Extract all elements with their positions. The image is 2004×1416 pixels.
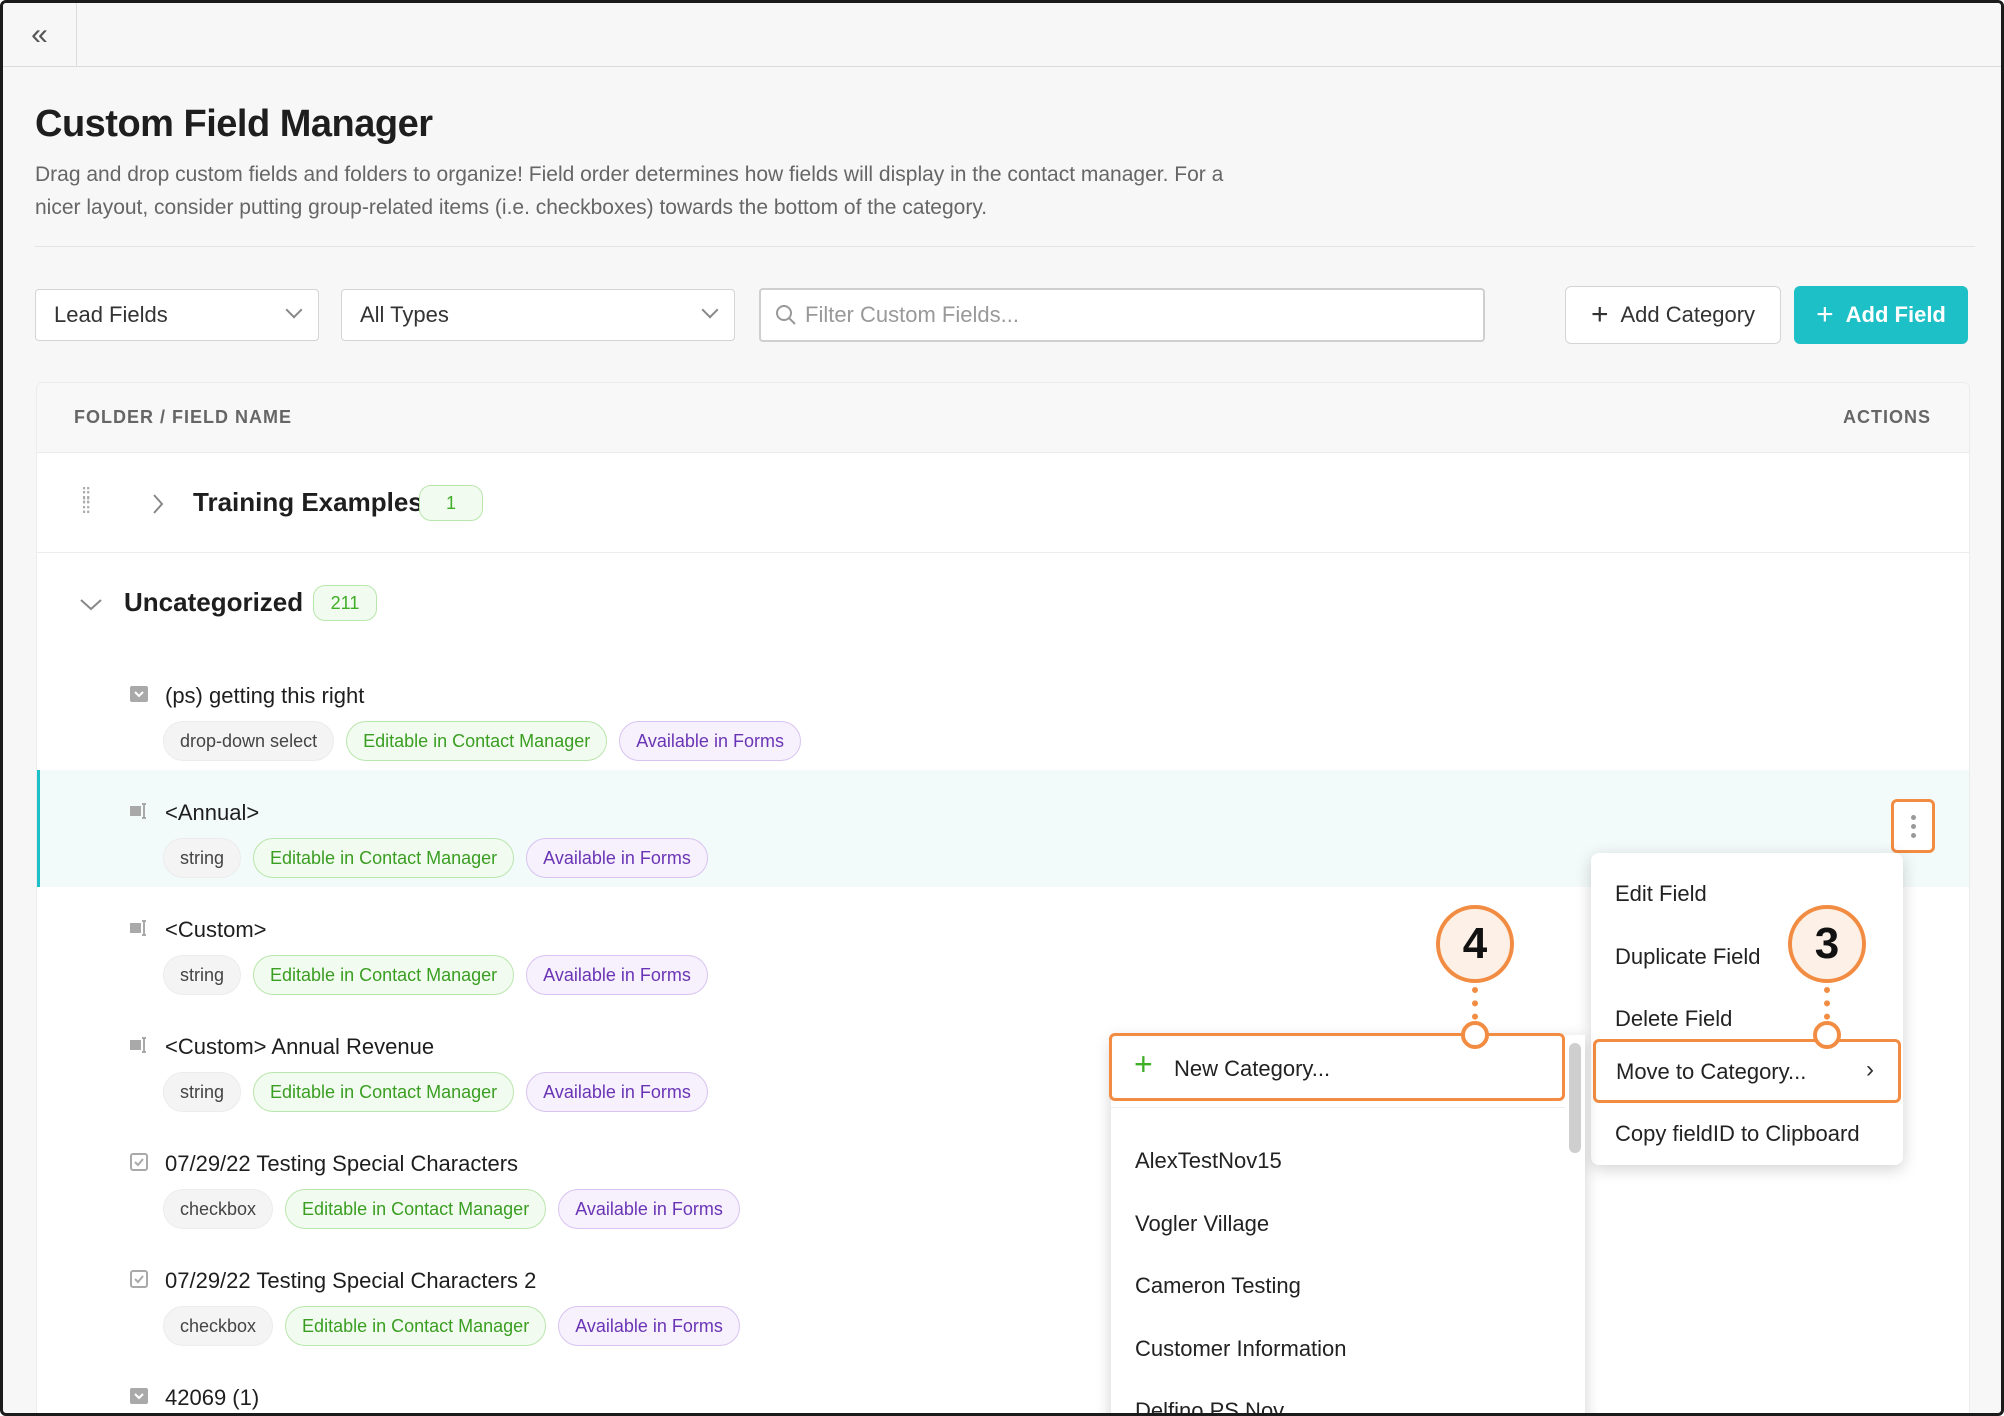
forms-tag: Available in Forms [526, 838, 708, 878]
plus-icon: + [1590, 298, 1609, 331]
category-option[interactable]: Customer Information [1135, 1336, 1347, 1362]
callout-anchor [1461, 1021, 1489, 1049]
table-row[interactable]: (ps) getting this right drop-down select… [37, 653, 1969, 770]
field-type-tag: drop-down select [163, 721, 335, 761]
editable-tag: Editable in Contact Manager [253, 838, 515, 878]
checkbox-icon [130, 1270, 148, 1288]
callout-badge: 4 [1436, 905, 1514, 983]
chevron-down-icon[interactable] [79, 597, 103, 611]
field-tags: drop-down select Editable in Contact Man… [163, 721, 801, 761]
callout-anchor [1813, 1021, 1841, 1049]
folder-row-uncategorized[interactable]: Uncategorized 211 [37, 553, 1969, 653]
category-option[interactable]: Cameron Testing [1135, 1273, 1301, 1299]
new-category-item[interactable]: + New Category... [1109, 1033, 1565, 1101]
field-type-tag: string [163, 838, 242, 878]
field-name: <Custom> Annual Revenue [165, 1034, 435, 1059]
chevron-down-icon [701, 301, 719, 319]
field-type-tag: string [163, 955, 242, 995]
field-tags: string Editable in Contact Manager Avail… [163, 955, 708, 995]
text-field-icon [130, 920, 146, 936]
chevron-down-icon [285, 301, 303, 319]
table-row[interactable]: 07/29/22 Testing Special Characters 2 ch… [37, 1238, 1969, 1355]
folder-row-training-examples[interactable]: ⁞⁞ ⁞⁞ Training Examples 1 [37, 453, 1969, 553]
header-divider [35, 246, 1975, 247]
field-set-value: Lead Fields [54, 302, 168, 327]
category-option[interactable]: Vogler Village [1135, 1211, 1269, 1237]
editable-tag: Editable in Contact Manager [253, 955, 515, 995]
page-title: Custom Field Manager [35, 103, 433, 145]
editable-tag: Editable in Contact Manager [285, 1189, 547, 1229]
chevron-right-icon[interactable] [151, 493, 165, 515]
filter-search-input[interactable]: Filter Custom Fields... [759, 288, 1485, 342]
new-category-label: New Category... [1174, 1056, 1331, 1081]
search-icon [776, 305, 796, 325]
dropdown-icon [130, 1388, 148, 1404]
add-category-label: Add Category [1620, 302, 1756, 327]
forms-tag: Available in Forms [526, 955, 708, 995]
field-type-tag: string [163, 1072, 242, 1112]
dropdown-icon [130, 686, 148, 702]
field-tags: checkbox Editable in Contact Manager Ava… [163, 1189, 740, 1229]
text-field-icon [130, 803, 146, 819]
folder-count-badge: 1 [419, 485, 483, 521]
category-option[interactable]: Delfino PS Nov [1135, 1398, 1284, 1413]
table-header: FOLDER / FIELD NAME ACTIONS [37, 383, 1969, 453]
field-name: 07/29/22 Testing Special Characters [165, 1151, 519, 1176]
field-type-tag: checkbox [163, 1189, 274, 1229]
submenu-divider [1111, 1107, 1565, 1108]
field-name: <Annual> [165, 800, 260, 825]
table-row[interactable]: 42069 (1) [37, 1355, 1969, 1413]
forms-tag: Available in Forms [558, 1306, 740, 1346]
add-field-label: Add Field [1845, 302, 1946, 327]
chevron-right-icon: › [1866, 1056, 1874, 1083]
text-field-icon [130, 1037, 146, 1053]
forms-tag: Available in Forms [526, 1072, 708, 1112]
menu-item-duplicate-field[interactable]: Duplicate Field [1615, 944, 1761, 970]
category-option[interactable]: AlexTestNov15 [1135, 1148, 1282, 1174]
menu-item-copy-fieldid[interactable]: Copy fieldID to Clipboard [1615, 1121, 1860, 1147]
column-folder-field-name: FOLDER / FIELD NAME [74, 407, 292, 427]
column-actions: ACTIONS [1843, 407, 1931, 427]
app-window: « Custom Field Manager Drag and drop cus… [0, 0, 2004, 1416]
collapse-sidebar-icon[interactable]: « [3, 3, 77, 67]
callout-badge: 3 [1788, 905, 1866, 983]
search-placeholder: Filter Custom Fields... [805, 302, 1019, 327]
add-category-button[interactable]: + Add Category [1565, 286, 1781, 344]
checkbox-icon [130, 1153, 148, 1171]
field-tags: string Editable in Contact Manager Avail… [163, 838, 708, 878]
folder-name: Uncategorized [124, 587, 304, 617]
move-to-category-label: Move to Category... [1616, 1059, 1807, 1084]
field-name: 42069 (1) [165, 1385, 260, 1410]
field-name: <Custom> [165, 917, 267, 942]
add-field-button[interactable]: + Add Field [1794, 286, 1968, 344]
forms-tag: Available in Forms [619, 721, 801, 761]
row-actions-kebab-icon[interactable] [1891, 799, 1935, 853]
field-tags: string Editable in Contact Manager Avail… [163, 1072, 708, 1112]
field-set-select[interactable]: Lead Fields [35, 289, 319, 341]
field-name: 07/29/22 Testing Special Characters 2 [165, 1268, 537, 1293]
field-tags: checkbox Editable in Contact Manager Ava… [163, 1306, 740, 1346]
submenu-scrollbar[interactable] [1569, 1043, 1581, 1153]
category-submenu: + New Category... AlexTestNov15 Vogler V… [1109, 1033, 1585, 1413]
type-filter-value: All Types [360, 302, 449, 327]
field-actions-menu: Edit Field Duplicate Field Delete Field … [1591, 853, 1903, 1165]
folder-count-badge: 211 [313, 585, 377, 621]
plus-icon: + [1134, 1046, 1153, 1082]
field-type-tag: checkbox [163, 1306, 274, 1346]
editable-tag: Editable in Contact Manager [253, 1072, 515, 1112]
type-filter-select[interactable]: All Types [341, 289, 735, 341]
page-description: Drag and drop custom fields and folders … [35, 163, 1224, 219]
drag-handle-icon[interactable]: ⁞⁞ ⁞⁞ [81, 485, 91, 517]
plus-icon: + [1816, 298, 1834, 331]
folder-name: Training Examples [193, 487, 423, 517]
top-bar: « [3, 3, 2001, 67]
menu-item-move-to-category[interactable]: Move to Category... › [1593, 1039, 1901, 1103]
field-name: (ps) getting this right [165, 683, 365, 708]
forms-tag: Available in Forms [558, 1189, 740, 1229]
menu-item-delete-field[interactable]: Delete Field [1615, 1006, 1732, 1032]
editable-tag: Editable in Contact Manager [346, 721, 608, 761]
editable-tag: Editable in Contact Manager [285, 1306, 547, 1346]
menu-item-edit-field[interactable]: Edit Field [1615, 881, 1707, 907]
